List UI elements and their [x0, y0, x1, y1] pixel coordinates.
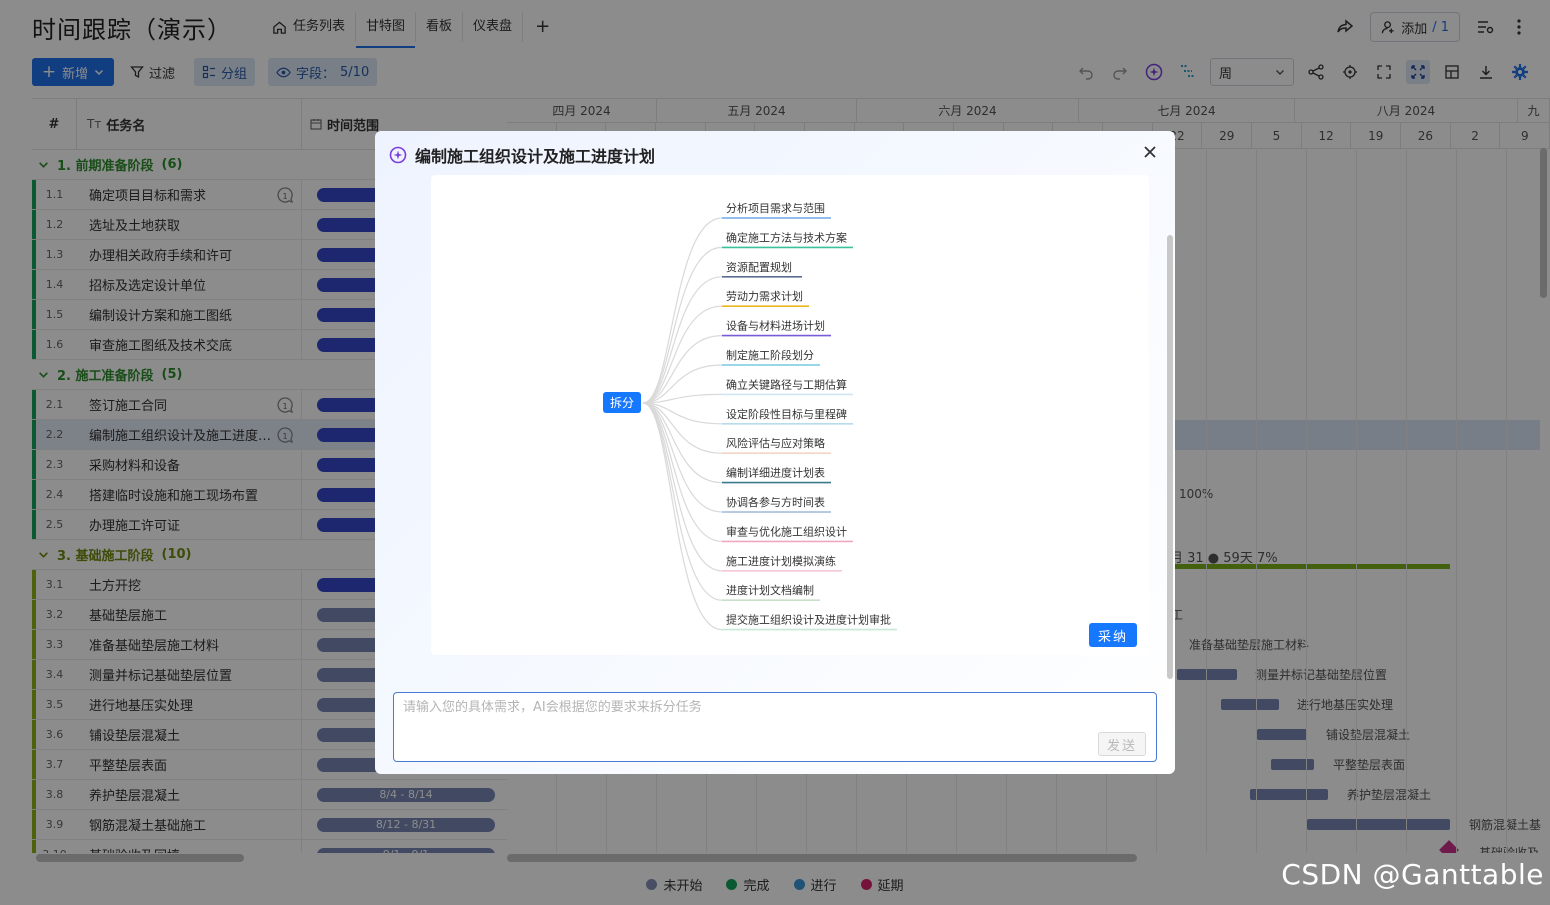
- mind-map-connector: [642, 402, 723, 572]
- mind-map-branch-label[interactable]: 进度计划文档编制: [726, 583, 814, 597]
- mind-map-root-label: 拆分: [610, 395, 634, 410]
- ai-split-dialog: 编制施工组织设计及施工进度计划 拆分 分析项目需求与范围确定施工方法与技术方案 资源…: [375, 131, 1175, 774]
- mind-map-branch-label[interactable]: 分析项目需求与范围: [726, 201, 825, 215]
- mind-map: 拆分 分析项目需求与范围确定施工方法与技术方案资源配置规划劳动力需求计划设备与材料…: [603, 201, 897, 631]
- mind-map-connector: [642, 217, 723, 404]
- dialog-title: 编制施工组织设计及施工进度计划: [389, 143, 655, 167]
- ai-sparkle-icon: [389, 146, 407, 164]
- close-button[interactable]: [1139, 141, 1161, 163]
- prompt-input[interactable]: [403, 700, 1083, 715]
- prompt-box: 发送: [393, 692, 1157, 762]
- mind-map-connector: [642, 276, 723, 404]
- mind-map-branch-label[interactable]: 审查与优化施工组织设计: [726, 524, 847, 538]
- mind-map-card: 拆分 分析项目需求与范围确定施工方法与技术方案 资源配置规划 劳动力需求计划设备与材料…: [431, 175, 1149, 655]
- mind-map-branch-label[interactable]: 设定阶段性目标与里程碑: [726, 407, 847, 421]
- mind-map-branch-label[interactable]: 协调各参与方时间表: [726, 495, 825, 509]
- watermark: CSDN @Ganttable: [1281, 858, 1544, 891]
- mind-map-branch-label[interactable]: 提交施工组织设计及进度计划审批: [726, 613, 891, 627]
- mind-map-branch-label[interactable]: 施工进度计划模拟演练: [726, 554, 836, 568]
- adopt-button[interactable]: 采纳: [1089, 623, 1137, 647]
- mind-map-branch-label[interactable]: 确定施工方法与技术方案: [726, 230, 847, 244]
- close-icon: [1143, 145, 1157, 159]
- mind-map-connector: [642, 305, 723, 404]
- mind-map-branch-label[interactable]: 编制详细进度计划表: [726, 466, 825, 480]
- mind-map-branch-label[interactable]: 劳动力需求计划: [726, 290, 803, 303]
- mind-map-branch-label[interactable]: 确立关键路径与工期估算: [726, 377, 847, 391]
- mind-map-branch-label[interactable]: 风险评估与应对策略: [726, 436, 825, 450]
- mind-map-connector: [642, 402, 723, 601]
- mind-map-branch-label[interactable]: 设备与材料进场计划: [726, 319, 825, 333]
- mind-map-branch-label[interactable]: 制定施工阶段划分: [726, 348, 814, 362]
- mind-map-connector: [642, 246, 723, 404]
- dialog-title-text: 编制施工组织设计及施工进度计划: [415, 147, 656, 166]
- send-button[interactable]: 发送: [1098, 732, 1146, 756]
- dialog-scrollbar[interactable]: [1167, 235, 1173, 679]
- mind-map-branch-label[interactable]: 资源配置规划: [726, 260, 792, 274]
